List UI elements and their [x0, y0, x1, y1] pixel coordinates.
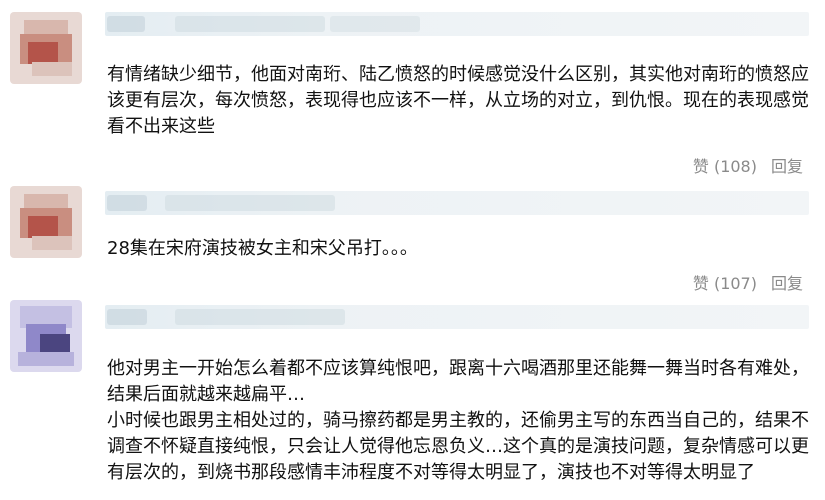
like-button[interactable]: 赞 (108): [693, 153, 757, 177]
comment-text: 有情绪缺少细节，他面对南珩、陆乙愤怒的时候感觉没什么区别，其实他对南珩的愤怒应该…: [107, 64, 809, 137]
username-bar[interactable]: [105, 12, 809, 36]
reply-button[interactable]: 回复: [771, 270, 803, 294]
avatar[interactable]: [10, 186, 82, 258]
like-label: 赞: [692, 274, 709, 293]
like-count: (107): [713, 274, 757, 293]
like-button[interactable]: 赞 (107): [693, 270, 757, 294]
avatar[interactable]: [10, 12, 82, 84]
comment-paragraph: 他对男主一开始怎么着都不应该算纯恨吧，跟离十六喝酒那里还能舞一舞当时各有难处，结…: [107, 358, 809, 405]
like-count: (108): [713, 157, 757, 176]
avatar[interactable]: [10, 300, 82, 372]
comment-text: 28集在宋府演技被女主和宋父吊打。。。: [107, 238, 418, 259]
reply-button[interactable]: 回复: [771, 153, 803, 177]
username-bar[interactable]: [105, 305, 809, 329]
comment-actions: 赞 (107) 回复: [693, 270, 803, 294]
username-bar[interactable]: [105, 191, 809, 215]
comment-text: 他对男主一开始怎么着都不应该算纯恨吧，跟离十六喝酒那里还能舞一舞当时各有难处，结…: [107, 356, 809, 486]
like-label: 赞: [692, 157, 709, 176]
comment-actions: 赞 (108) 回复: [693, 153, 803, 177]
comment-paragraph: 小时候也跟男主相处过的，骑马擦药都是男主教的，还偷男主写的东西当自己的，结果不调…: [107, 410, 809, 483]
